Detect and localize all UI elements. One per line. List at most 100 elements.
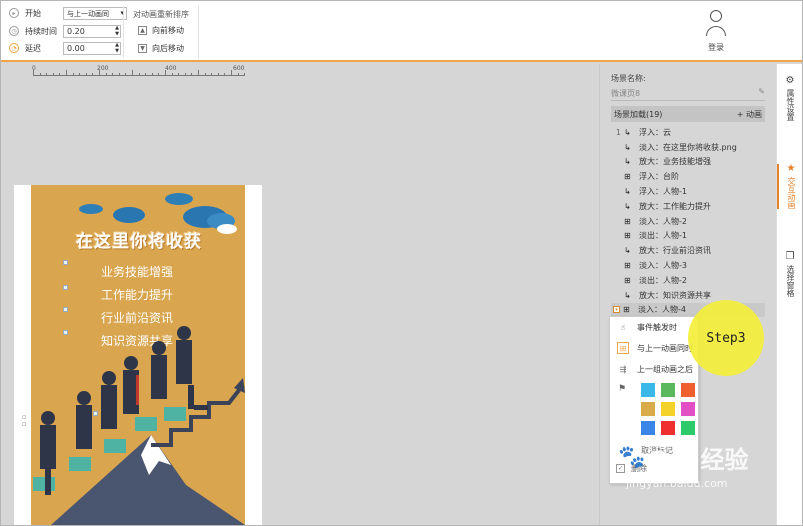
slide[interactable]: 在这里你将收获 业务技能增强 工作能力提升 行业前沿资讯 知识资源共享 — [31, 185, 245, 525]
ruler-tick — [171, 73, 173, 76]
ruler-tick — [231, 70, 232, 76]
ruler-tick — [118, 73, 120, 76]
ruler-tick — [237, 73, 239, 76]
animation-list-item[interactable]: ↳ 放大：知识资源共享 — [611, 288, 765, 303]
menu-item-label: 事件触发时 — [637, 322, 677, 332]
scene-name-label: 场景名称: — [611, 74, 646, 83]
tab-selection-pane[interactable]: ❐ 选择窗格 — [777, 252, 803, 298]
menu-item-event-trigger[interactable]: ☝ 事件触发时 — [610, 317, 698, 337]
ruler-label: 400 — [165, 65, 177, 72]
delay-row: ◔ 延迟 0.00 ▲ ▼ — [9, 41, 121, 55]
ruler-tick — [217, 73, 219, 76]
animation-list-item[interactable]: 1 ↳ 浮入：云 — [611, 125, 765, 140]
user-icon — [705, 10, 727, 40]
business-people-illustration[interactable] — [31, 185, 245, 525]
color-swatch[interactable] — [641, 383, 655, 397]
ruler-tick — [72, 73, 74, 76]
cursor-click-icon: ☝ — [620, 322, 626, 332]
ruler-tick — [39, 73, 41, 76]
watermark-brand: Bai 经验 — [649, 446, 749, 474]
color-swatch[interactable] — [661, 383, 675, 397]
sequence-icon: ⇶ — [619, 364, 627, 374]
start-icon: ▸ — [9, 8, 19, 18]
duration-input[interactable]: 0.20 ▲ ▼ — [63, 24, 121, 38]
ruler-tick — [178, 73, 180, 76]
ruler-tick — [105, 73, 107, 76]
timeline-icon: ⊞ — [624, 216, 631, 226]
tab-interactive-label: 交互动画 — [787, 177, 796, 209]
item-number: 1 — [615, 127, 621, 137]
timeline-icon: ⊞ — [624, 261, 631, 271]
tab-selection-label: 选择窗格 — [786, 265, 795, 297]
menu-item-after-previous[interactable]: ⇶ 上一组动画之后 — [610, 359, 698, 379]
animation-list-item[interactable]: ⊞ 淡出：人物-2 — [611, 273, 765, 288]
move-forward-label: 向前移动 — [152, 26, 184, 35]
animation-list-item[interactable]: ⊞ 淡入：人物-2 — [611, 214, 765, 229]
zoom-in-icon: ↳ — [624, 290, 631, 300]
ruler-label: 600 — [233, 65, 245, 72]
ruler-tick — [211, 73, 213, 76]
timeline-icon: ⊞ — [624, 172, 631, 182]
ruler-tick — [125, 73, 127, 76]
color-swatch[interactable] — [681, 383, 695, 397]
divider — [123, 6, 124, 58]
move-backward-button[interactable]: ▼ 向后移动 — [138, 43, 184, 54]
ruler-tick — [158, 73, 160, 76]
color-swatch[interactable] — [681, 402, 695, 416]
animation-list-item[interactable]: ⊞ 淡出：人物-1 — [611, 229, 765, 244]
color-swatch[interactable] — [661, 421, 675, 435]
animation-list-item[interactable]: ↳ 浮入：人物-1 — [611, 184, 765, 199]
flag-icon: ⚑ — [618, 384, 627, 394]
timeline-icon: ⊞ — [623, 305, 630, 315]
animation-item-label: 浮入：人物-1 — [639, 187, 687, 197]
animation-item-label: 淡出：人物-1 — [639, 231, 687, 241]
spin-arrows-icon[interactable]: ▲ ▼ — [115, 42, 119, 54]
gear-icon: ⚙ — [785, 75, 795, 86]
dropdown-toggle-icon[interactable]: ▾ — [613, 306, 620, 314]
move-forward-button[interactable]: ▲ 向前移动 — [138, 25, 184, 36]
start-row: ▸ 开始 与上一动画同 ▾ — [9, 6, 127, 20]
animation-list-item[interactable]: ↳ 放大：工作能力提升 — [611, 199, 765, 214]
color-swatch[interactable] — [661, 402, 675, 416]
ruler-tick — [112, 73, 114, 76]
scene-load-label: 场景加载(19) — [614, 109, 663, 119]
reorder-title: 对动画重新排序 — [133, 10, 189, 19]
delay-icon: ◔ — [9, 43, 19, 53]
page-side-marks: ▫ ▫ — [22, 413, 27, 428]
ruler-tick — [46, 73, 48, 76]
scene-name-value: 微课页8 — [611, 89, 641, 98]
animation-list-item[interactable]: ⊞ 浮入：台阶 — [611, 169, 765, 184]
zoom-in-icon: ↳ — [624, 201, 631, 211]
animation-item-label: 浮入：云 — [639, 127, 671, 137]
canvas-area[interactable]: 0 200 400 600 ▫ ▫ 在这里你将收获 业务技能增强 工作能力提升 行… — [1, 64, 598, 525]
spin-arrows-icon[interactable]: ▲ ▼ — [115, 25, 119, 37]
star-icon: ★ — [786, 163, 796, 174]
ruler-tick — [191, 73, 193, 76]
start-select[interactable]: 与上一动画同 ▾ — [63, 6, 127, 20]
add-animation-button[interactable]: + 动画 — [737, 109, 762, 120]
arrow-down-icon: ▼ — [138, 44, 147, 53]
delay-value: 0.00 — [67, 43, 85, 53]
ruler-tick — [198, 70, 199, 76]
move-backward-label: 向后移动 — [152, 44, 184, 53]
animation-list-item[interactable]: ↳ 放大：业务技能增强 — [611, 155, 765, 170]
color-swatch[interactable] — [681, 421, 695, 435]
divider — [198, 6, 199, 58]
color-swatch[interactable] — [641, 402, 655, 416]
edit-pencil-icon[interactable]: ✎ — [758, 87, 765, 96]
login-button[interactable]: 登录 — [698, 10, 734, 53]
color-swatch[interactable] — [641, 421, 655, 435]
menu-item-with-previous[interactable]: ⊞ 与上一动画同时 — [610, 338, 698, 358]
animation-list: 1 ↳ 浮入：云 ↳ 淡入：在这里你将收获.png ↳ 放大：业务技能增强 ⊞ 浮入：台阶 ↳ 浮入… — [611, 125, 765, 318]
tab-interactive-animation[interactable]: ★ 交互动画 — [777, 164, 803, 209]
animation-list-item[interactable]: ↳ 放大：行业前沿资讯 — [611, 243, 765, 258]
animation-list-item[interactable]: ↳ 淡入：在这里你将收获.png — [611, 140, 765, 155]
ruler-tick — [59, 73, 61, 76]
scene-name-input[interactable]: 微课页8 ✎ — [611, 87, 765, 101]
timeline-icon: ⊞ — [624, 231, 631, 241]
animation-item-label: 淡入：人物-4 — [638, 305, 686, 315]
tab-properties[interactable]: ⚙ 属性设置 — [777, 75, 803, 122]
ruler-tick — [99, 70, 100, 76]
delay-input[interactable]: 0.00 ▲ ▼ — [63, 41, 121, 55]
animation-list-item[interactable]: ⊞ 淡入：人物-3 — [611, 258, 765, 273]
